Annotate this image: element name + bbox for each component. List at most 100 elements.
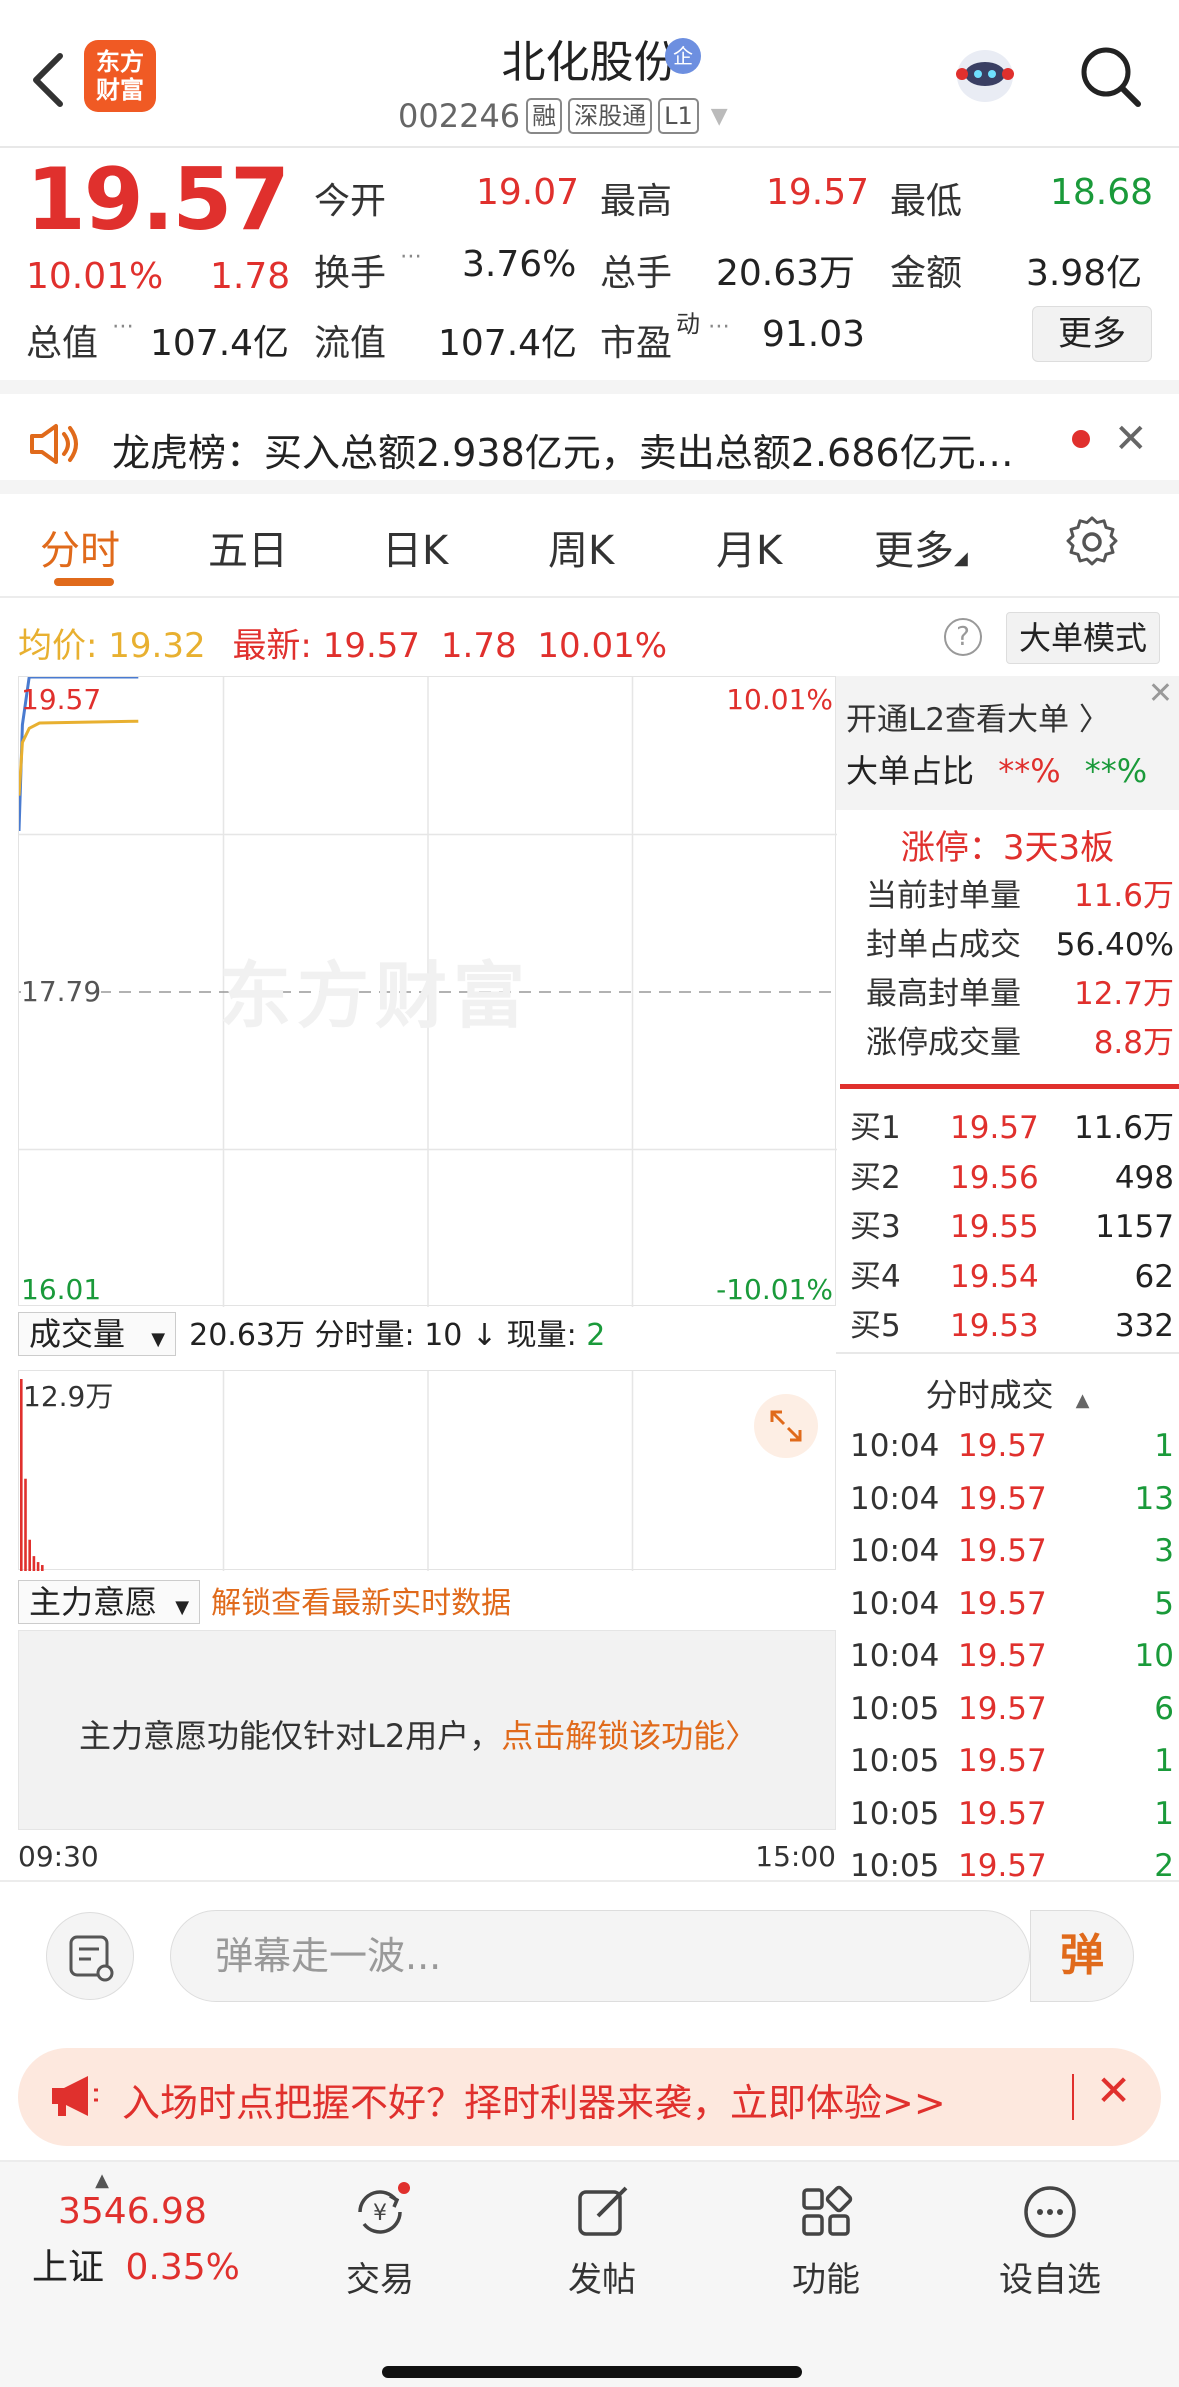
volume-chart[interactable]: 12.9万 (18, 1370, 836, 1571)
close-icon[interactable]: ✕ (1148, 676, 1173, 711)
volume-bar (41, 1565, 44, 1571)
period-tabs: 分时 五日 日K 周K 月K 更多◢ (0, 494, 1179, 598)
tab-weekly-k[interactable]: 周K (548, 518, 614, 576)
pe-value: 91.03 (762, 314, 866, 355)
unlock-feature-link[interactable]: 点击解锁该功能〉 (501, 1717, 757, 1755)
trade-row: 10:04 19.57 3 (850, 1525, 1174, 1578)
tab-monthly-k[interactable]: 月K (716, 518, 782, 576)
bid-row: 买4 19.54 62 (850, 1253, 1174, 1303)
limit-stat-value: 8.8万 (1093, 1025, 1174, 1061)
promo-separator (1072, 2074, 1074, 2120)
index-value: 3546.98 (58, 2191, 207, 2232)
pe-info-icon[interactable]: ⋯ (708, 314, 730, 339)
volume-now: 2 (586, 1318, 606, 1353)
mcap-info-icon[interactable]: ⋯ (112, 314, 134, 339)
comment-bar: 弹幕走一波... 弹 (0, 1880, 1179, 2026)
close-icon[interactable]: ✕ (1114, 416, 1148, 462)
latest-pct: 10.01% (537, 626, 668, 666)
more-circle-icon (1024, 2186, 1076, 2238)
l2-link[interactable]: 开通L2查看大单 〉 (846, 694, 1110, 739)
intraday-chart[interactable]: 东方财富 19.57 10.01% 17.79 16.01 -10.01% (18, 676, 837, 1307)
limit-stat-value: 56.40% (1055, 927, 1174, 963)
time-end: 15:00 (755, 1840, 836, 1873)
nav-post[interactable]: 发帖 (522, 2182, 682, 2301)
main-force-select[interactable]: 主力意愿 ▼ (18, 1580, 201, 1624)
unlock-link[interactable]: 解锁查看最新实时数据 (211, 1586, 511, 1621)
bid-price: 19.53 (950, 1308, 1039, 1344)
more-dots-icon[interactable]: ⋯ (400, 244, 422, 269)
danmu-input[interactable]: 弹幕走一波... (170, 1910, 1030, 2002)
trade-row: 10:05 19.57 1 (850, 1735, 1174, 1788)
right-panel: 开通L2查看大单 〉 ✕ 大单占比 **% **% 涨停：3天3板 当前封单量 1… (836, 676, 1179, 1884)
l2-promo-box[interactable]: 开通L2查看大单 〉 ✕ 大单占比 **% **% (836, 676, 1179, 810)
limit-stat-label: 涨停成交量 (866, 1025, 1021, 1061)
nav-functions[interactable]: 功能 (746, 2182, 906, 2301)
gear-icon[interactable] (1066, 516, 1118, 568)
tab-daily-k[interactable]: 日K (382, 518, 448, 576)
open-value: 19.07 (476, 172, 580, 213)
megaphone-icon (52, 2076, 98, 2116)
trade-time: 10:04 (850, 1585, 940, 1622)
more-button[interactable]: 更多 (1032, 306, 1152, 362)
trade-qty: 1 (1154, 1428, 1174, 1464)
tab-more[interactable]: 更多◢ (874, 518, 968, 576)
float-label: 流值 (314, 323, 387, 364)
trade-price: 19.57 (958, 1585, 1047, 1622)
high-label: 最高 (600, 181, 673, 222)
danmu-button[interactable]: 弹 (1030, 1910, 1134, 2002)
bottom-nav: ▲ 3546.98 上证 0.35% ¥ 交易 发帖 功能 设自选 (0, 2160, 1179, 2387)
dragon-tiger-banner[interactable]: 龙虎榜：买入总额2.938亿元，卖出总额2.686亿元… ✕ (0, 380, 1179, 494)
tab-intraday[interactable]: 分时 (40, 518, 120, 576)
timing-promo-banner[interactable]: 入场时点把握不好？择时利器来袭，立即体验>> ✕ (18, 2048, 1161, 2146)
divider (836, 1352, 1179, 1354)
trade-qty: 6 (1154, 1690, 1174, 1727)
volume-max-label: 12.9万 (23, 1380, 114, 1413)
edit-icon (578, 2186, 628, 2236)
index-ticker[interactable]: ▲ 3546.98 上证 0.35% (32, 2170, 262, 2290)
limit-stat-value: 11.6万 (1073, 878, 1174, 914)
volume-select[interactable]: 成交量 ▼ (18, 1312, 177, 1356)
help-icon[interactable]: ? (944, 618, 982, 656)
trades-header[interactable]: 分时成交 ▲ (836, 1370, 1179, 1416)
main-force-panel: 主力意愿 ▼ 解锁查看最新实时数据 主力意愿功能仅针对L2用户，点击解锁该功能〉 (18, 1572, 836, 1836)
grid-icon (802, 2185, 853, 2236)
bid-row: 买2 19.56 498 (850, 1154, 1174, 1204)
nav-watchlist[interactable]: 设自选 (970, 2182, 1130, 2301)
current-price: 19.57 (26, 150, 290, 250)
tab-five-day[interactable]: 五日 (208, 518, 288, 576)
amount-label: 金额 (890, 253, 963, 294)
trade-row: 10:04 19.57 1 (850, 1420, 1174, 1473)
trade-time: 10:04 (850, 1428, 940, 1464)
nav-trade[interactable]: ¥ 交易 (300, 2182, 460, 2301)
robot-assistant-icon[interactable] (950, 40, 1020, 110)
trade-price: 19.57 (958, 1795, 1047, 1832)
dropdown-icon: ▼ (175, 1597, 190, 1618)
bid-row: 买5 19.53 332 (850, 1302, 1174, 1352)
trade-qty: 13 (1134, 1480, 1174, 1517)
bid-level: 买5 (850, 1308, 901, 1344)
latest-chg: 1.78 (440, 626, 517, 666)
latest-label: 最新: (232, 626, 312, 666)
trade-time: 10:04 (850, 1638, 940, 1674)
trade-qty: 1 (1154, 1795, 1174, 1832)
trade-row: 10:04 19.57 13 (850, 1473, 1174, 1526)
caret-down-icon[interactable]: ▼ (711, 104, 728, 129)
limit-stat-value: 12.7万 (1073, 976, 1174, 1012)
limit-stat-row: 当前封单量 11.6万 (866, 872, 1174, 921)
big-order-mode-button[interactable]: 大单模式 (1006, 612, 1160, 664)
search-icon[interactable] (1078, 44, 1144, 110)
trade-price: 19.57 (958, 1690, 1047, 1727)
time-start: 09:30 (18, 1840, 99, 1873)
nav-trade-label: 交易 (346, 2260, 414, 2300)
main-force-select-label: 主力意愿 (29, 1583, 158, 1621)
volume-bar (24, 1478, 27, 1571)
svg-text:¥: ¥ (373, 2201, 387, 2226)
note-button[interactable] (46, 1912, 134, 2000)
tab-more-label: 更多 (874, 528, 954, 574)
trade-price: 19.57 (958, 1480, 1047, 1517)
close-icon[interactable]: ✕ (1096, 2066, 1131, 2115)
stock-code: 002246 (398, 97, 521, 135)
price-mid-label: 17.79 (21, 975, 102, 1008)
expand-button[interactable] (754, 1394, 818, 1458)
trade-qty: 3 (1154, 1533, 1174, 1569)
